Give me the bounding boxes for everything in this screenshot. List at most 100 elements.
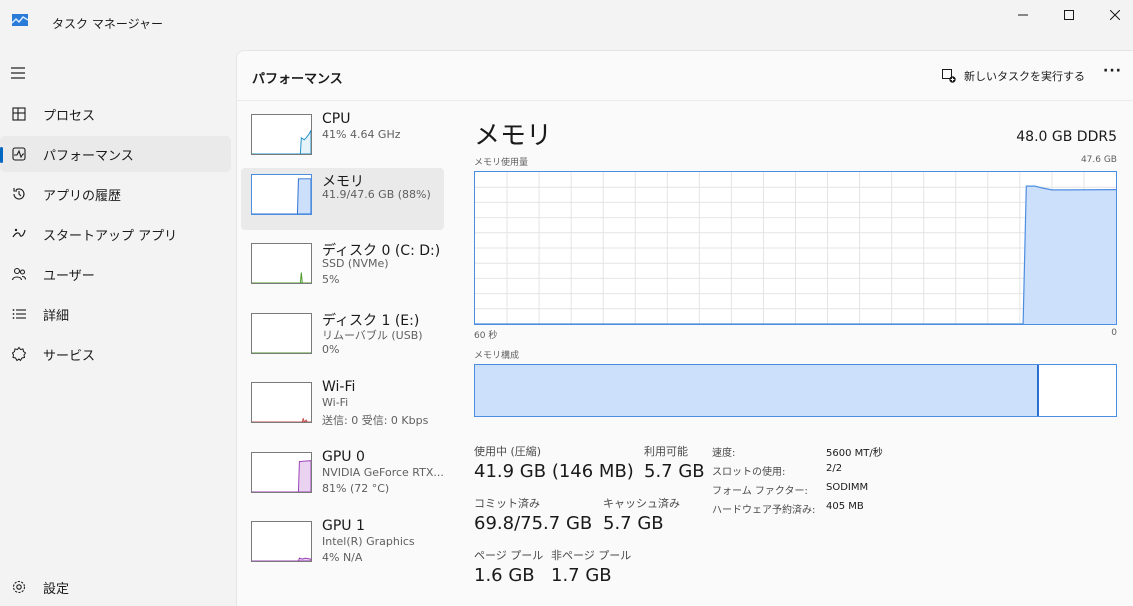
run-new-task-label: 新しいタスクを実行する [964, 70, 1085, 83]
nav-item-label: サービス [43, 348, 96, 364]
device-detail-line-1: 41.9/47.6 GB (88%) [322, 188, 431, 201]
device-detail-line-1: Intel(R) Graphics [322, 535, 415, 548]
device-item-1[interactable]: メモリ 41.9/47.6 GB (88%) [241, 168, 444, 230]
device-detail-line-2: 0% [322, 343, 340, 356]
committed-value: 69.8/75.7 GB [474, 513, 593, 534]
device-item-0[interactable]: CPU 41% 4.64 GHz [241, 108, 444, 170]
active-indicator [0, 147, 3, 163]
minimize-icon [1018, 14, 1028, 16]
usage-graph-label: メモリ使用量 [474, 158, 529, 168]
memory-usage-chart [475, 172, 1116, 324]
nav-item-services[interactable]: サービス [0, 336, 231, 372]
task-manager-icon [12, 14, 28, 26]
maximize-icon [1064, 10, 1074, 20]
hamburger-icon [11, 67, 25, 79]
main-panel: パフォーマンス 新しいタスクを実行する ··· CPU 41% 4.64 GHz メ… [236, 50, 1133, 606]
device-name: Wi-Fi [322, 379, 356, 395]
nav-item-details[interactable]: 詳細 [0, 296, 231, 332]
nav-item-label: 設定 [43, 581, 70, 597]
close-button[interactable] [1092, 0, 1133, 30]
device-detail-line-2: 81% (72 °C) [322, 482, 390, 495]
memory-spec: 48.0 GB DDR5 [1016, 129, 1117, 145]
more-options-button[interactable]: ··· [1103, 63, 1122, 79]
nav-item-performance[interactable]: パフォーマンス [0, 136, 231, 172]
device-detail-line-2: 5% [322, 273, 340, 286]
device-sparkline [251, 313, 312, 354]
device-item-3[interactable]: ディスク 1 (E:) リムーバブル (USB) 0% [241, 307, 444, 369]
nonpaged-pool-label: 非ページ プール [551, 549, 632, 562]
committed-label: コミット済み [474, 497, 540, 510]
composition-label: メモリ構成 [474, 351, 520, 361]
nav-item-app-history[interactable]: アプリの履歴 [0, 176, 231, 212]
hardware-reserved-value: 405 MB [826, 501, 864, 512]
time-axis-start-label: 60 秒 [474, 331, 498, 341]
device-name: GPU 0 [322, 449, 365, 465]
device-item-4[interactable]: Wi-Fi Wi-Fi 送信: 0 受信: 0 Kbps [241, 376, 444, 438]
device-detail-line-2: 送信: 0 受信: 0 Kbps [322, 414, 429, 427]
cached-value: 5.7 GB [603, 513, 664, 534]
time-axis-end-label: 0 [1111, 328, 1117, 338]
nav-item-users[interactable]: ユーザー [0, 256, 231, 292]
device-item-5[interactable]: GPU 0 NVIDIA GeForce RTX... 81% (72 °C) [241, 446, 444, 508]
detail-title: メモリ [474, 121, 553, 151]
device-sparkline [251, 521, 312, 562]
device-detail-line-1: SSD (NVMe) [322, 257, 389, 270]
device-item-6[interactable]: GPU 1 Intel(R) Graphics 4% N/A [241, 515, 444, 577]
device-sparkline [251, 114, 312, 155]
nav-item-label: プロセス [43, 108, 96, 124]
performance-icon [10, 145, 28, 163]
device-sparkline [251, 452, 312, 493]
device-sparkline [251, 174, 312, 215]
composition-in-use-segment [475, 365, 1039, 416]
device-sparkline [251, 382, 312, 423]
form-factor-value: SODIMM [826, 482, 869, 493]
run-new-task-button[interactable]: 新しいタスクを実行する [942, 66, 1085, 86]
nav-item-label: 詳細 [43, 308, 70, 324]
title-bar: タスク マネージャー [0, 0, 1133, 46]
slots-used-value: 2/2 [826, 463, 843, 474]
device-sparkline [251, 243, 312, 284]
available-label: 利用可能 [644, 445, 688, 458]
nav-item-startup-apps[interactable]: スタートアップ アプリ [0, 216, 231, 252]
speed-key: 速度: [712, 448, 736, 459]
nav-item-label: スタートアップ アプリ [43, 228, 178, 244]
memory-usage-graph [474, 171, 1117, 325]
slots-used-key: スロットの使用: [712, 467, 786, 478]
speed-value: 5600 MT/秒 [826, 448, 883, 459]
services-icon [10, 345, 28, 363]
device-name: GPU 1 [322, 518, 365, 534]
nonpaged-pool-value: 1.7 GB [551, 565, 612, 586]
hamburger-menu-button[interactable] [9, 64, 27, 82]
window-title: タスク マネージャー [52, 17, 163, 31]
details-icon [10, 305, 28, 323]
nav-item-processes[interactable]: プロセス [0, 96, 231, 132]
available-value: 5.7 GB [644, 461, 705, 482]
users-icon [10, 265, 28, 283]
device-name: CPU [322, 111, 351, 127]
maximize-button[interactable] [1046, 0, 1092, 30]
page-title: パフォーマンス [252, 72, 343, 87]
close-icon [1110, 10, 1120, 20]
device-detail-line-1: 41% 4.64 GHz [322, 128, 401, 141]
nav-item-settings[interactable]: 設定 [0, 569, 231, 605]
paged-pool-label: ページ プール [474, 549, 544, 562]
in-use-label: 使用中 (圧縮) [474, 445, 542, 458]
nav-item-label: パフォーマンス [43, 148, 134, 164]
processes-icon [10, 105, 28, 123]
form-factor-key: フォーム ファクター: [712, 486, 808, 497]
device-detail-line-1: NVIDIA GeForce RTX... [322, 466, 444, 479]
minimize-button[interactable] [1000, 0, 1046, 30]
main-header: パフォーマンス 新しいタスクを実行する ··· [237, 51, 1133, 101]
startup-icon [10, 225, 28, 243]
in-use-value: 41.9 GB (146 MB) [474, 461, 634, 482]
cached-label: キャッシュ済み [603, 497, 680, 510]
paged-pool-value: 1.6 GB [474, 565, 535, 586]
device-detail-line-2: 4% N/A [322, 551, 363, 564]
nav-item-label: ユーザー [43, 268, 95, 284]
device-item-2[interactable]: ディスク 0 (C: D:) SSD (NVMe) 5% [241, 237, 444, 299]
settings-gear-icon [10, 578, 28, 596]
hardware-reserved-key: ハードウェア予約済み: [712, 505, 816, 516]
device-detail-line-1: Wi-Fi [322, 396, 349, 409]
nav-item-label: アプリの履歴 [43, 188, 122, 204]
usage-max-label: 47.6 GB [1080, 155, 1117, 165]
